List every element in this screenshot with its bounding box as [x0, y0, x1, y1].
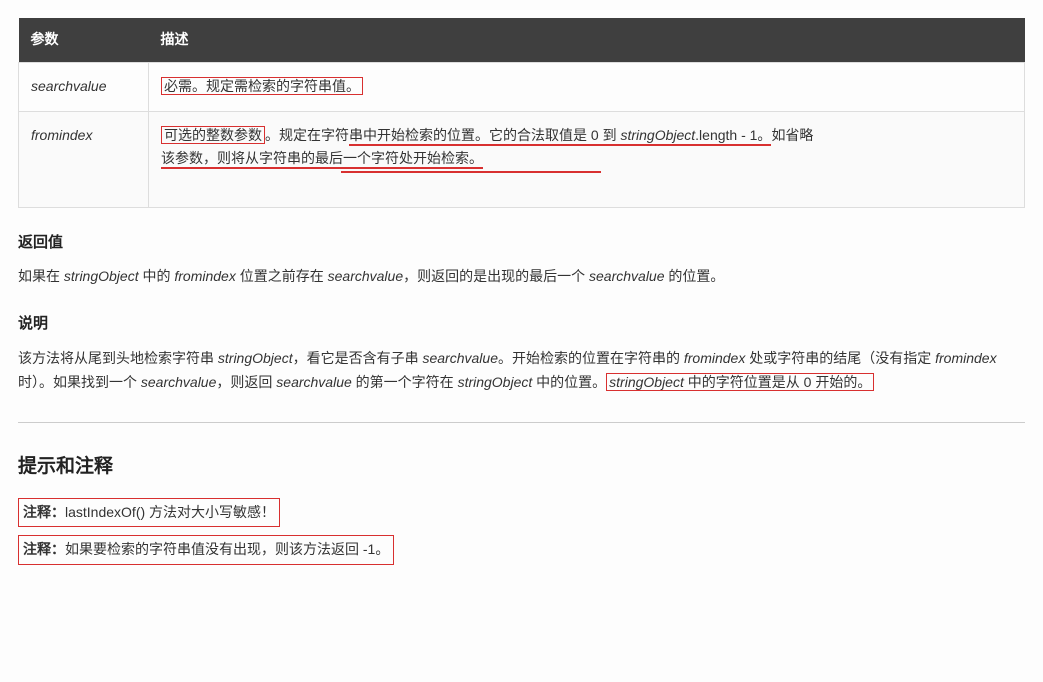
text: 处或字符串的结尾（没有指定	[745, 350, 935, 366]
highlight-box: stringObject 中的字符位置是从 0 开始的。	[606, 373, 874, 391]
table-row: fromindex 可选的整数参数。规定在字符串中开始检索的位置。它的合法取值是…	[19, 111, 1025, 207]
note-text: lastIndexOf() 方法对大小写敏感！	[65, 504, 275, 520]
table-row: searchvalue 必需。规定需检索的字符串值。	[19, 62, 1025, 111]
highlight-box: 必需。规定需检索的字符串值。	[161, 77, 363, 95]
text: 。规定在字符	[265, 127, 349, 143]
text: 如果在	[18, 268, 64, 284]
param-desc: 必需。规定需检索的字符串值。	[149, 62, 1025, 111]
text: 的第一个字符在	[352, 374, 458, 390]
text: ，则返回的是出现的最后一个	[403, 268, 589, 284]
note-row: 注释：如果要检索的字符串值没有出现，则该方法返回 -1。	[18, 535, 1025, 565]
code-ital: fromindex	[174, 268, 235, 284]
return-paragraph: 如果在 stringObject 中的 fromindex 位置之前存在 sea…	[18, 265, 1025, 289]
param-name: searchvalue	[19, 62, 149, 111]
param-desc: 可选的整数参数。规定在字符串中开始检索的位置。它的合法取值是 0 到 strin…	[149, 111, 1025, 207]
params-table: 参数 描述 searchvalue 必需。规定需检索的字符串值。 fromind…	[18, 18, 1025, 208]
note-label: 注释：	[23, 541, 65, 557]
text: 中的字符位置是从 0 开始的。	[684, 374, 871, 390]
th-param: 参数	[19, 18, 149, 62]
return-heading: 返回值	[18, 230, 1025, 256]
tips-heading: 提示和注释	[18, 451, 1025, 483]
text: 。开始检索的位置在字符串的	[498, 350, 684, 366]
th-desc: 描述	[149, 18, 1025, 62]
code-ital: fromindex	[935, 350, 996, 366]
code-ital: searchvalue	[589, 268, 665, 284]
highlight-box: 可选的整数参数	[161, 126, 265, 144]
highlight-underline: .length - 1。	[695, 127, 771, 146]
note-label: 注释：	[23, 504, 65, 520]
text: 位置之前存在	[236, 268, 328, 284]
highlight-bar	[341, 171, 601, 173]
text: 的位置。	[665, 268, 725, 284]
highlight-box: 注释：lastIndexOf() 方法对大小写敏感！	[18, 498, 280, 528]
explain-heading: 说明	[18, 311, 1025, 337]
code-ital: stringObject	[620, 127, 695, 146]
text: ，则返回	[216, 374, 276, 390]
text: 如省略	[771, 127, 813, 143]
explain-paragraph: 该方法将从尾到头地检索字符串 stringObject，看它是否含有子串 sea…	[18, 347, 1025, 395]
code-ital: stringObject	[64, 268, 139, 284]
text: 该方法将从尾到头地检索字符串	[18, 350, 218, 366]
highlight-underline: 该参数，则将从字符串的最后一个字符处开始检索。	[161, 150, 483, 169]
text: 时）。如果找到一个	[18, 374, 141, 390]
code-ital: stringObject	[458, 374, 533, 390]
highlight-underline: 串中开始检索的位置。它的合法取值是 0 到	[349, 127, 620, 146]
note-row: 注释：lastIndexOf() 方法对大小写敏感！	[18, 498, 1025, 528]
param-name: fromindex	[19, 111, 149, 207]
text: 中的	[139, 268, 175, 284]
text: ，看它是否含有子串	[293, 350, 423, 366]
code-ital: stringObject	[609, 374, 684, 390]
highlight-box: 注释：如果要检索的字符串值没有出现，则该方法返回 -1。	[18, 535, 394, 565]
code-ital: searchvalue	[328, 268, 404, 284]
code-ital: searchvalue	[422, 350, 498, 366]
code-ital: searchvalue	[141, 374, 217, 390]
note-text: 如果要检索的字符串值没有出现，则该方法返回 -1。	[65, 541, 389, 557]
code-ital: stringObject	[218, 350, 293, 366]
code-ital: fromindex	[684, 350, 745, 366]
code-ital: searchvalue	[276, 374, 352, 390]
text: 中的位置。	[532, 374, 606, 390]
section-divider	[18, 422, 1025, 423]
